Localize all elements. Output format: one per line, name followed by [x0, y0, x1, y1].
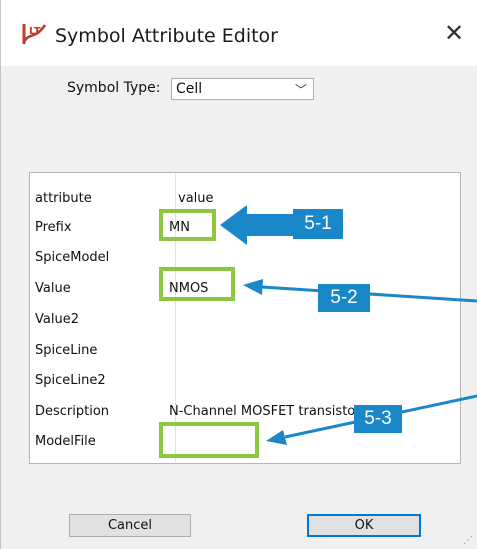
- arrow-step-2-head-icon: [243, 279, 263, 295]
- step-badge-5-2: 5-2: [318, 284, 370, 312]
- step-badge-5-3: 5-3: [354, 405, 402, 433]
- step-badge-5-1: 5-1: [293, 209, 343, 239]
- arrow-step-1-icon: [220, 205, 293, 245]
- annotation-arrows: [220, 205, 477, 445]
- arrow-step-3-head-icon: [266, 430, 287, 445]
